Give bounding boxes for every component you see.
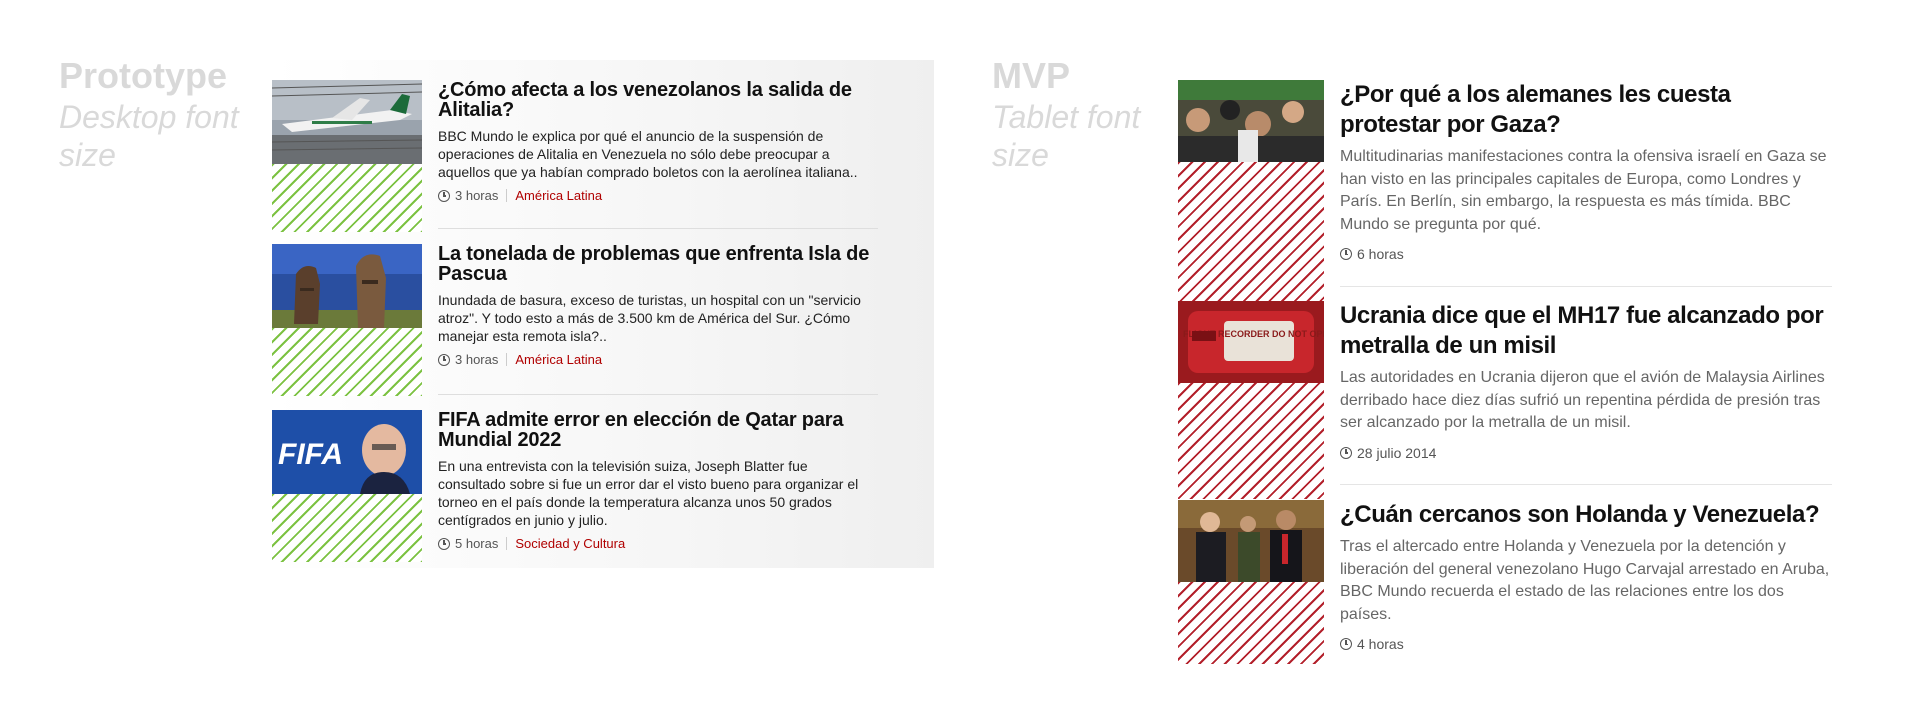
story-time: 3 horas bbox=[455, 188, 499, 203]
story-headline[interactable]: ¿Cómo afecta a los venezolanos la salida… bbox=[438, 80, 878, 120]
red-hatch-placeholder bbox=[1178, 582, 1324, 664]
story-summary: Inundada de basura, exceso de turistas, … bbox=[438, 292, 861, 344]
story-time: 4 horas bbox=[1357, 636, 1404, 652]
story-divider bbox=[1340, 286, 1832, 287]
story-summary: Tras el altercado entre Holanda y Venezu… bbox=[1340, 538, 1830, 623]
story-meta: 28 julio 2014 bbox=[1340, 445, 1832, 461]
prototype-title: Prototype bbox=[59, 55, 228, 96]
story-divider bbox=[438, 228, 878, 229]
story-summary: En una entrevista con la televisión suiz… bbox=[438, 458, 859, 528]
story-divider bbox=[1340, 484, 1832, 485]
clock-icon bbox=[438, 353, 450, 366]
green-hatch-placeholder bbox=[272, 328, 422, 396]
story-time: 6 horas bbox=[1357, 246, 1404, 262]
story-summary: Multitudinarias manifestaciones contra l… bbox=[1340, 148, 1827, 233]
prototype-story[interactable]: ¿Cómo afecta a los venezolanos la salida… bbox=[272, 80, 934, 232]
prototype-subtitle: Desktop font size bbox=[59, 98, 239, 173]
story-divider bbox=[438, 394, 878, 395]
protest-crowd-photo[interactable] bbox=[1178, 80, 1324, 162]
story-time: 28 julio 2014 bbox=[1357, 444, 1437, 461]
story-meta: 4 horas bbox=[1340, 636, 1832, 652]
story-meta: 5 horas Sociedad y Cultura bbox=[438, 536, 878, 551]
svg-text:FIFA: FIFA bbox=[278, 438, 343, 471]
story-meta: 3 horas América Latina bbox=[438, 352, 878, 367]
red-hatch-placeholder bbox=[1178, 383, 1324, 499]
green-hatch-placeholder bbox=[272, 164, 422, 232]
clock-icon bbox=[1340, 638, 1352, 650]
story-summary: BBC Mundo le explica por qué el anuncio … bbox=[438, 128, 858, 180]
story-headline[interactable]: Ucrania dice que el MH17 fue alcanzado p… bbox=[1340, 301, 1832, 361]
story-summary: Las autoridades en Ucrania dijeron que e… bbox=[1340, 369, 1825, 431]
story-time: 5 horas bbox=[455, 536, 499, 551]
mvp-story[interactable]: ¿Cuán cercanos son Holanda y Venezuela? … bbox=[1178, 500, 1832, 664]
mvp-title: MVP bbox=[992, 55, 1071, 96]
airplane-photo[interactable] bbox=[272, 80, 422, 164]
mvp-label: MVP Tablet font size bbox=[992, 56, 1172, 174]
story-category-link[interactable]: América Latina bbox=[515, 188, 602, 203]
red-hatch-placeholder bbox=[1178, 162, 1324, 302]
fifa-photo[interactable]: FIFA bbox=[272, 410, 422, 494]
mvp-story[interactable]: ¿Por qué a los alemanes les cuesta prote… bbox=[1178, 80, 1832, 302]
clock-icon bbox=[438, 189, 450, 202]
prototype-story[interactable]: FIFA FIFA admite error en elección de Qa… bbox=[272, 410, 934, 562]
story-meta: 3 horas América Latina bbox=[438, 188, 878, 203]
mvp-subtitle: Tablet font size bbox=[992, 98, 1141, 173]
green-hatch-placeholder bbox=[272, 494, 422, 562]
prototype-story[interactable]: La tonelada de problemas que enfrenta Is… bbox=[272, 244, 934, 396]
flight-recorder-photo[interactable]: FLIGHT RECORDER DO NOT OPEN bbox=[1178, 301, 1324, 383]
story-category-link[interactable]: América Latina bbox=[515, 352, 602, 367]
mvp-story[interactable]: FLIGHT RECORDER DO NOT OPEN Ucrania dice… bbox=[1178, 301, 1832, 499]
story-headline[interactable]: ¿Por qué a los alemanes les cuesta prote… bbox=[1340, 80, 1832, 140]
clock-icon bbox=[438, 537, 450, 550]
clock-icon bbox=[1340, 248, 1352, 260]
clock-icon bbox=[1340, 446, 1352, 459]
prototype-label: Prototype Desktop font size bbox=[59, 56, 259, 174]
meta-divider bbox=[506, 189, 508, 202]
story-time: 3 horas bbox=[455, 352, 499, 367]
story-headline[interactable]: FIFA admite error en elección de Qatar p… bbox=[438, 410, 878, 450]
moai-photo[interactable] bbox=[272, 244, 422, 328]
story-headline[interactable]: ¿Cuán cercanos son Holanda y Venezuela? bbox=[1340, 500, 1832, 530]
story-headline[interactable]: La tonelada de problemas que enfrenta Is… bbox=[438, 244, 878, 284]
handshake-photo[interactable] bbox=[1178, 500, 1324, 582]
story-meta: 6 horas bbox=[1340, 246, 1832, 262]
story-category-link[interactable]: Sociedad y Cultura bbox=[515, 536, 625, 551]
meta-divider bbox=[506, 537, 508, 550]
meta-divider bbox=[506, 353, 508, 366]
